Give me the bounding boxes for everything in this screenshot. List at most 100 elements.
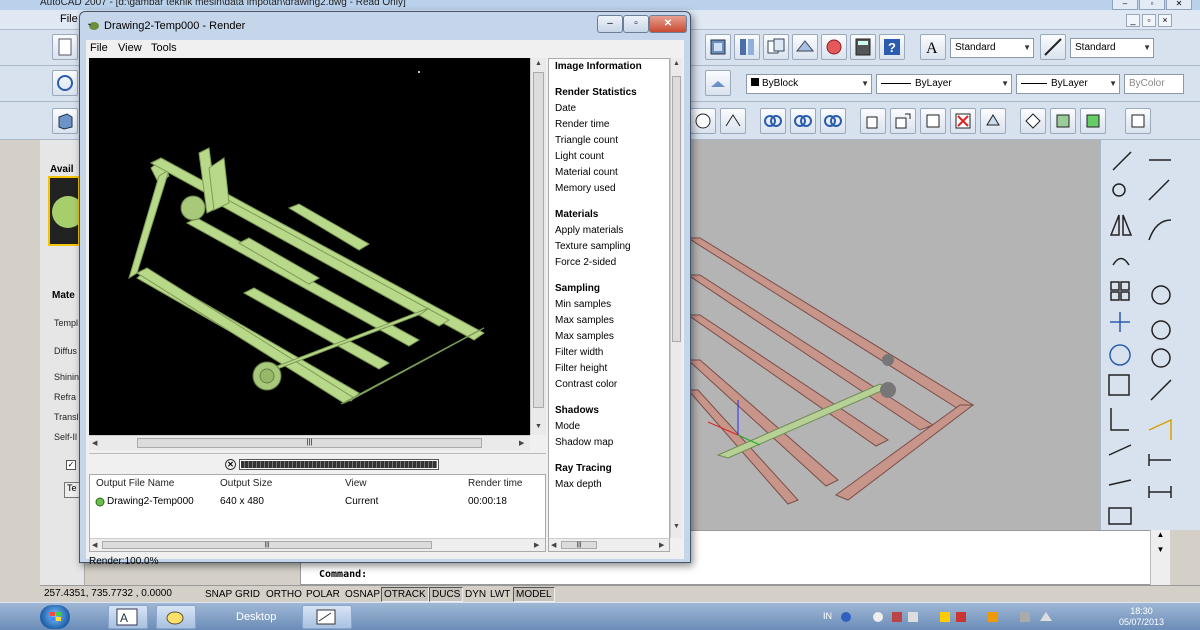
history-hscroll[interactable]: ◀ ||| ▶	[90, 538, 545, 551]
info-item[interactable]: Shadow map	[555, 437, 613, 448]
lineweight-select[interactable]: ByLayer ▼	[1016, 74, 1120, 94]
palette-checkbox[interactable]: ✓	[66, 460, 76, 470]
3d-rotate-button[interactable]	[890, 108, 916, 134]
command-scrollbar[interactable]: ▲ ▼	[1150, 530, 1170, 585]
render-menu-file[interactable]: File	[90, 42, 108, 54]
design-center-button[interactable]	[705, 34, 731, 60]
taskbar-notepad[interactable]	[302, 605, 352, 629]
info-item[interactable]: Apply materials	[555, 225, 623, 236]
render-minimize-button[interactable]: –	[597, 15, 623, 33]
render-menu-view[interactable]: View	[118, 42, 142, 54]
scroll-thumb[interactable]: |||	[561, 541, 597, 549]
render-image[interactable]	[89, 58, 530, 435]
info-item[interactable]: Min samples	[555, 299, 611, 310]
info-item[interactable]: Light count	[555, 151, 604, 162]
info-item[interactable]: Material count	[555, 167, 618, 178]
scroll-thumb[interactable]	[672, 76, 681, 342]
history-row[interactable]: Drawing2-Temp000 640 x 480 Current 00:00…	[90, 493, 545, 511]
color-select[interactable]: ByBlock ▼	[746, 74, 872, 94]
column-output-size[interactable]: Output Size	[220, 478, 272, 489]
render-menu-tools[interactable]: Tools	[151, 42, 177, 54]
info-item[interactable]: Max samples	[555, 315, 614, 326]
info-vscroll[interactable]: ▲ ▼	[670, 58, 682, 538]
material-swatch[interactable]	[48, 176, 84, 246]
info-item[interactable]: Date	[555, 103, 576, 114]
status-toggle-ortho[interactable]: ORTHO	[263, 587, 305, 602]
separate-button[interactable]	[950, 108, 976, 134]
info-hscroll[interactable]: ◀ ||| ▶	[549, 538, 669, 551]
imprint-button[interactable]	[1050, 108, 1076, 134]
info-item[interactable]: Filter width	[555, 347, 603, 358]
start-button[interactable]	[40, 605, 70, 629]
extrude-faces-button[interactable]	[1125, 108, 1151, 134]
mdi-minimize-button[interactable]: _	[1126, 14, 1140, 27]
acad-close-button[interactable]: ✕	[1166, 0, 1192, 10]
status-toggle-ducs[interactable]: DUCS	[429, 587, 464, 602]
status-toggle-lwt[interactable]: LWT	[487, 587, 513, 602]
status-toggle-model[interactable]: MODEL	[513, 587, 555, 602]
subtract-button[interactable]	[790, 108, 816, 134]
orbit-button[interactable]	[52, 70, 78, 96]
extract-edges-button[interactable]	[920, 108, 946, 134]
scroll-thumb[interactable]: |||	[102, 541, 432, 549]
box-button[interactable]	[52, 108, 78, 134]
cancel-render-button[interactable]: ✕	[225, 459, 236, 470]
language-indicator[interactable]: IN	[823, 611, 832, 621]
acad-maximize-button[interactable]: ▫	[1139, 0, 1165, 10]
tool-palettes-button[interactable]	[734, 34, 760, 60]
taskbar-desktop-toolbar[interactable]: Desktop	[218, 606, 298, 628]
info-item[interactable]: Contrast color	[555, 379, 617, 390]
dbconnect-button[interactable]	[821, 34, 847, 60]
status-toggle-grid[interactable]: GRID	[232, 587, 263, 602]
taskbar-render-app[interactable]	[156, 605, 196, 629]
status-toggle-dyn[interactable]: DYN	[462, 587, 489, 602]
3d-move-button[interactable]	[860, 108, 886, 134]
info-item[interactable]: Max samples	[555, 331, 614, 342]
dim-style-button[interactable]	[1040, 34, 1066, 60]
model-viewport[interactable]	[688, 140, 1100, 530]
section-button[interactable]	[720, 108, 746, 134]
info-item[interactable]: Triangle count	[555, 135, 618, 146]
mdi-close-button[interactable]: ×	[1158, 14, 1172, 27]
palette-section-header[interactable]: Mate	[52, 290, 75, 301]
status-toggle-otrack[interactable]: OTRACK	[381, 587, 429, 602]
new-drawing-button[interactable]	[52, 34, 78, 60]
help-button[interactable]: ?	[879, 34, 905, 60]
presspull-button[interactable]	[690, 108, 716, 134]
linetype-select[interactable]: ByLayer ▼	[876, 74, 1012, 94]
mdi-restore-button[interactable]: ▫	[1142, 14, 1156, 27]
scroll-thumb[interactable]	[533, 72, 544, 408]
column-render-time[interactable]: Render time	[468, 478, 522, 489]
render-image-vscroll[interactable]: ▲ ▼	[530, 58, 546, 435]
info-item[interactable]: Memory used	[555, 183, 616, 194]
tray-clock[interactable]: 18:30 05/07/2013	[1119, 606, 1164, 628]
markup-set-button[interactable]	[792, 34, 818, 60]
shell-button[interactable]	[980, 108, 1006, 134]
render-close-button[interactable]: ✕	[649, 15, 687, 33]
taskbar-autocad[interactable]: A	[108, 605, 148, 629]
info-item[interactable]: Filter height	[555, 363, 607, 374]
status-toggle-snap[interactable]: SNAP	[202, 587, 235, 602]
make-object-layer-current-button[interactable]	[705, 70, 731, 96]
column-view[interactable]: View	[345, 478, 367, 489]
plotstyle-select[interactable]: ByColor	[1124, 74, 1184, 94]
text-style-button[interactable]: A	[920, 34, 946, 60]
sheet-set-button[interactable]	[763, 34, 789, 60]
quickcalc-button[interactable]	[850, 34, 876, 60]
column-output-file-name[interactable]: Output File Name	[96, 478, 174, 489]
status-toggle-osnap[interactable]: OSNAP	[342, 587, 383, 602]
text-style-select[interactable]: Standard ▼	[950, 38, 1034, 58]
render-maximize-button[interactable]: ▫	[623, 15, 649, 33]
dim-style-select[interactable]: Standard ▼	[1070, 38, 1154, 58]
scroll-thumb[interactable]: |||	[137, 438, 482, 448]
clean-button[interactable]	[1080, 108, 1106, 134]
check-button[interactable]	[1020, 108, 1046, 134]
palette-tab-available[interactable]: Avail	[50, 164, 74, 175]
status-toggle-polar[interactable]: POLAR	[303, 587, 343, 602]
menu-file[interactable]: File	[60, 13, 78, 25]
render-image-hscroll[interactable]: ◀ ||| ▶	[89, 435, 530, 450]
acad-minimize-button[interactable]: –	[1112, 0, 1138, 10]
union-button[interactable]	[760, 108, 786, 134]
intersect-button[interactable]	[820, 108, 846, 134]
info-item[interactable]: Force 2-sided	[555, 257, 616, 268]
